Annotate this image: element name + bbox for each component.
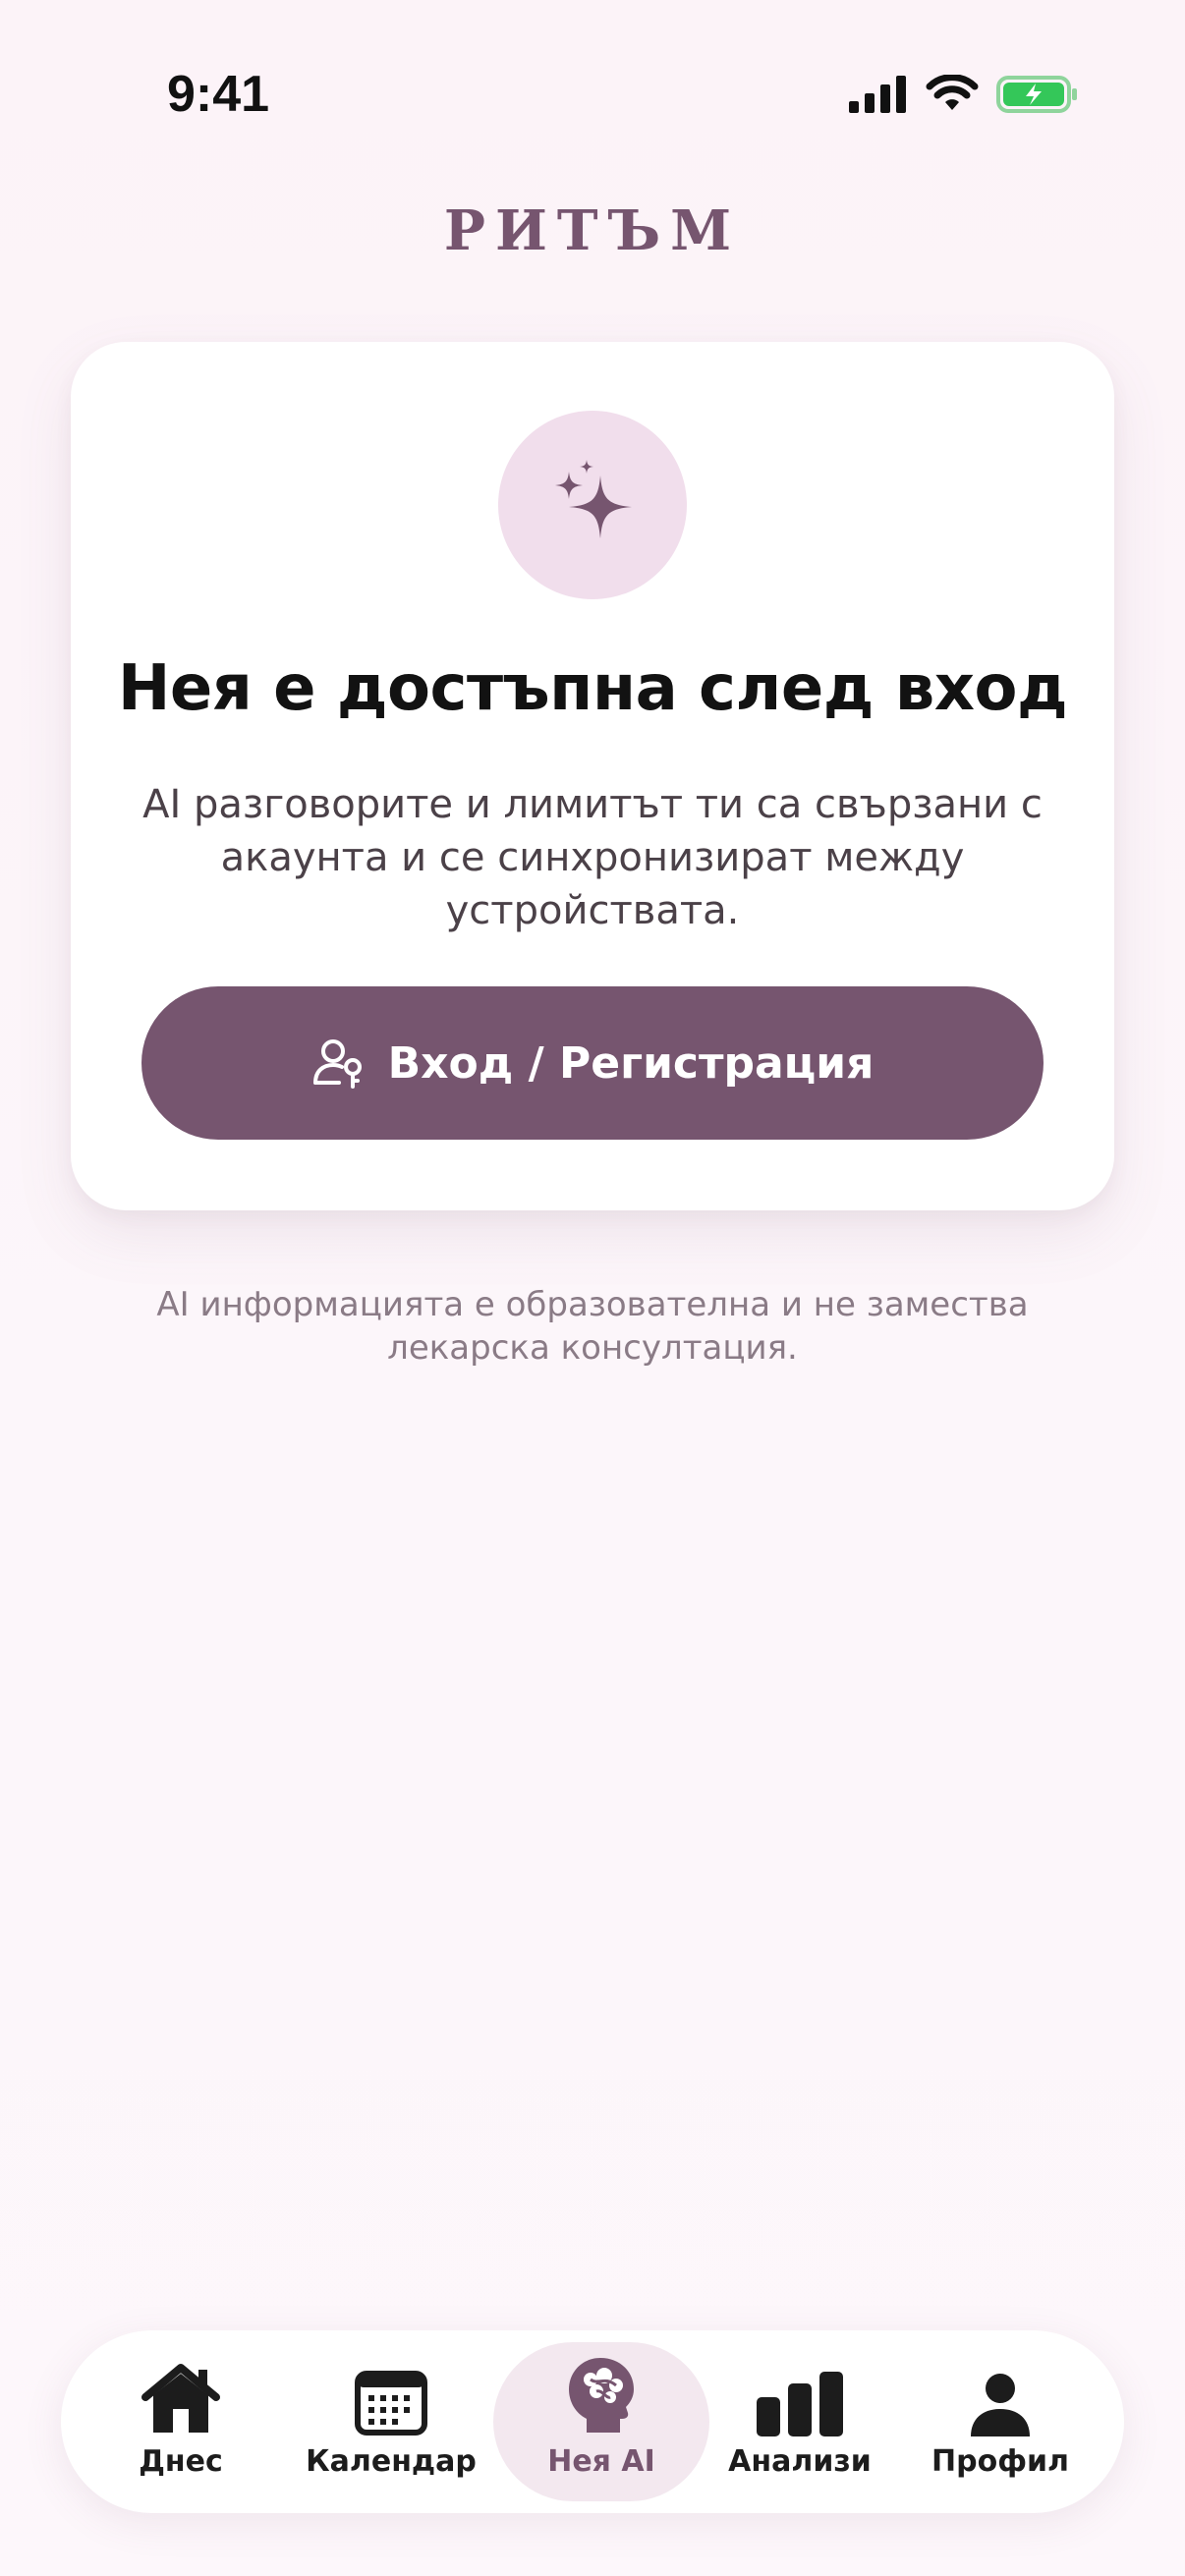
tab-profile[interactable]: Профил <box>902 2342 1099 2501</box>
status-time: 9:41 <box>167 66 270 123</box>
bottom-tab-bar: Днес Календар Нея AI Анализи Профил <box>61 2330 1124 2513</box>
login-register-button[interactable]: Вход / Регистрация <box>141 986 1044 1140</box>
wifi-icon <box>926 75 979 110</box>
person-icon <box>971 2374 1030 2436</box>
tab-calendar-label: Календар <box>306 2444 477 2479</box>
signal-icon <box>849 76 906 113</box>
tab-ai-label: Нея AI <box>547 2444 655 2479</box>
bar-chart-icon <box>757 2372 843 2436</box>
card-title: Нея е достъпна след вход <box>117 652 1068 725</box>
login-register-label: Вход / Регистрация <box>387 1037 875 1089</box>
ai-head-icon <box>569 2358 634 2433</box>
calendar-icon <box>355 2371 427 2436</box>
user-key-icon <box>312 1039 362 1089</box>
battery-charging-icon <box>996 76 1077 113</box>
tab-today-label: Днес <box>139 2444 223 2479</box>
login-required-card: Нея е достъпна след вход AI разговорите … <box>71 342 1114 1210</box>
sparkles-icon <box>555 460 632 538</box>
app-brand: РИТЪМ <box>443 198 742 263</box>
tab-profile-label: Профил <box>931 2444 1069 2479</box>
ai-disclaimer: AI информацията е образователна и не зам… <box>156 1285 1029 1368</box>
home-icon <box>141 2364 220 2433</box>
tab-ai[interactable]: Нея AI <box>493 2342 709 2501</box>
tab-analytics-label: Анализи <box>728 2444 872 2479</box>
tab-today[interactable]: Днес <box>83 2342 279 2501</box>
tab-analytics[interactable]: Анализи <box>702 2342 898 2501</box>
tab-calendar[interactable]: Календар <box>293 2342 489 2501</box>
card-description: AI разговорите и лимитът ти са свързани … <box>142 782 1043 933</box>
status-icons <box>849 75 1079 114</box>
sparkles-icon-badge <box>498 411 687 599</box>
